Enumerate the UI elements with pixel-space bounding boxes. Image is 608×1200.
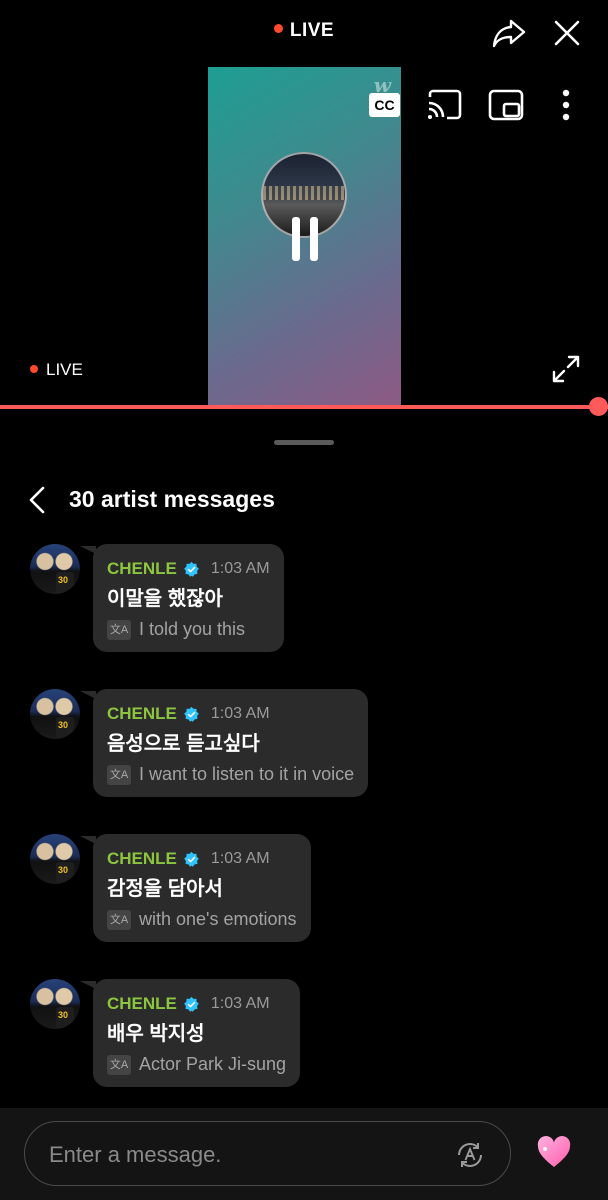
verified-badge-icon	[184, 996, 199, 1012]
expand-icon	[552, 355, 580, 383]
verified-badge-icon	[184, 706, 199, 722]
message-translation: Actor Park Ji-sung	[139, 1054, 287, 1074]
message-bubble[interactable]: CHENLE 1:03 AM 음성으로 듣고싶다 文A I want to li…	[93, 689, 369, 797]
picture-in-picture-button[interactable]	[487, 88, 525, 122]
live-dot	[273, 24, 283, 33]
message-text: 감정을 담아서	[107, 878, 223, 900]
author-name: CHENLE	[107, 559, 177, 578]
share-button[interactable]	[488, 12, 530, 54]
verified-badge-icon	[184, 561, 199, 577]
more-options-button[interactable]	[552, 86, 580, 124]
avatar[interactable]	[30, 544, 80, 594]
message-translation: with one's emotions	[139, 909, 297, 929]
more-vertical-icon	[562, 89, 570, 121]
message-bubble[interactable]: CHENLE 1:03 AM 이말을 했잖아 文A I told you thi…	[93, 544, 284, 652]
video-player[interactable]: w	[208, 67, 401, 406]
picture-in-picture-icon	[488, 89, 524, 121]
message-time: 1:03 AM	[210, 705, 270, 722]
message-translation: I told you this	[139, 619, 246, 639]
close-button[interactable]	[546, 12, 588, 54]
message-time: 1:03 AM	[210, 850, 270, 867]
progress-bar[interactable]	[0, 405, 608, 409]
message-item: CHENLE 1:03 AM 음성으로 듣고싶다 文A I want to li…	[0, 689, 608, 809]
fullscreen-button[interactable]	[550, 353, 582, 385]
close-icon	[554, 20, 580, 46]
chevron-left-icon	[29, 486, 45, 514]
cast-button[interactable]	[426, 88, 464, 122]
verified-badge-icon	[184, 851, 199, 867]
player-live-label: LIVE	[46, 360, 83, 379]
message-text: 음성으로 듣고싶다	[107, 733, 260, 755]
player-live-indicator: LIVE	[30, 360, 83, 380]
like-button[interactable]	[536, 1136, 572, 1170]
message-item: CHENLE 1:03 AM 이말을 했잖아 文A I told you thi…	[0, 544, 608, 664]
pause-icon[interactable]	[290, 217, 320, 261]
message-text: 배우 박지성	[107, 1023, 205, 1045]
translate-button[interactable]	[455, 1140, 485, 1170]
author-name: CHENLE	[107, 849, 177, 868]
message-item: CHENLE 1:03 AM 감정을 담아서 文A with one's emo…	[0, 834, 608, 954]
message-input[interactable]: Enter a message.	[24, 1121, 511, 1186]
translate-icon	[458, 1143, 482, 1167]
live-stream-screen: LIVE w CC LIVE 30 artist messages 30 CHE…	[0, 0, 608, 1200]
message-time: 1:03 AM	[210, 995, 270, 1012]
translate-icon: 文A	[107, 764, 131, 785]
message-item: CHENLE 1:03 AM 배우 박지성 文A Actor Park Ji-s…	[0, 979, 608, 1099]
sheet-drag-handle[interactable]	[274, 440, 334, 445]
author-name: CHENLE	[107, 994, 177, 1013]
message-bubble[interactable]: CHENLE 1:03 AM 감정을 담아서 文A with one's emo…	[93, 834, 311, 942]
heart-icon	[537, 1136, 571, 1167]
message-translation: I want to listen to it in voice	[139, 764, 355, 784]
progress-handle[interactable]	[589, 397, 608, 416]
message-input-placeholder: Enter a message.	[49, 1142, 222, 1167]
messages-title: 30 artist messages	[69, 486, 275, 512]
translate-icon: 文A	[107, 909, 131, 930]
avatar[interactable]	[30, 834, 80, 884]
translate-icon: 文A	[107, 1054, 131, 1075]
live-label: LIVE	[289, 20, 335, 41]
cast-icon	[428, 89, 462, 120]
captions-button[interactable]: CC	[369, 93, 400, 117]
message-bubble[interactable]: CHENLE 1:03 AM 배우 박지성 文A Actor Park Ji-s…	[93, 979, 301, 1087]
message-text: 이말을 했잖아	[107, 588, 223, 610]
translate-icon: 文A	[107, 619, 131, 640]
back-button[interactable]	[26, 485, 50, 515]
avatar[interactable]	[30, 979, 80, 1029]
author-name: CHENLE	[107, 704, 177, 723]
share-icon	[492, 19, 526, 48]
avatar[interactable]	[30, 689, 80, 739]
message-time: 1:03 AM	[210, 560, 270, 577]
